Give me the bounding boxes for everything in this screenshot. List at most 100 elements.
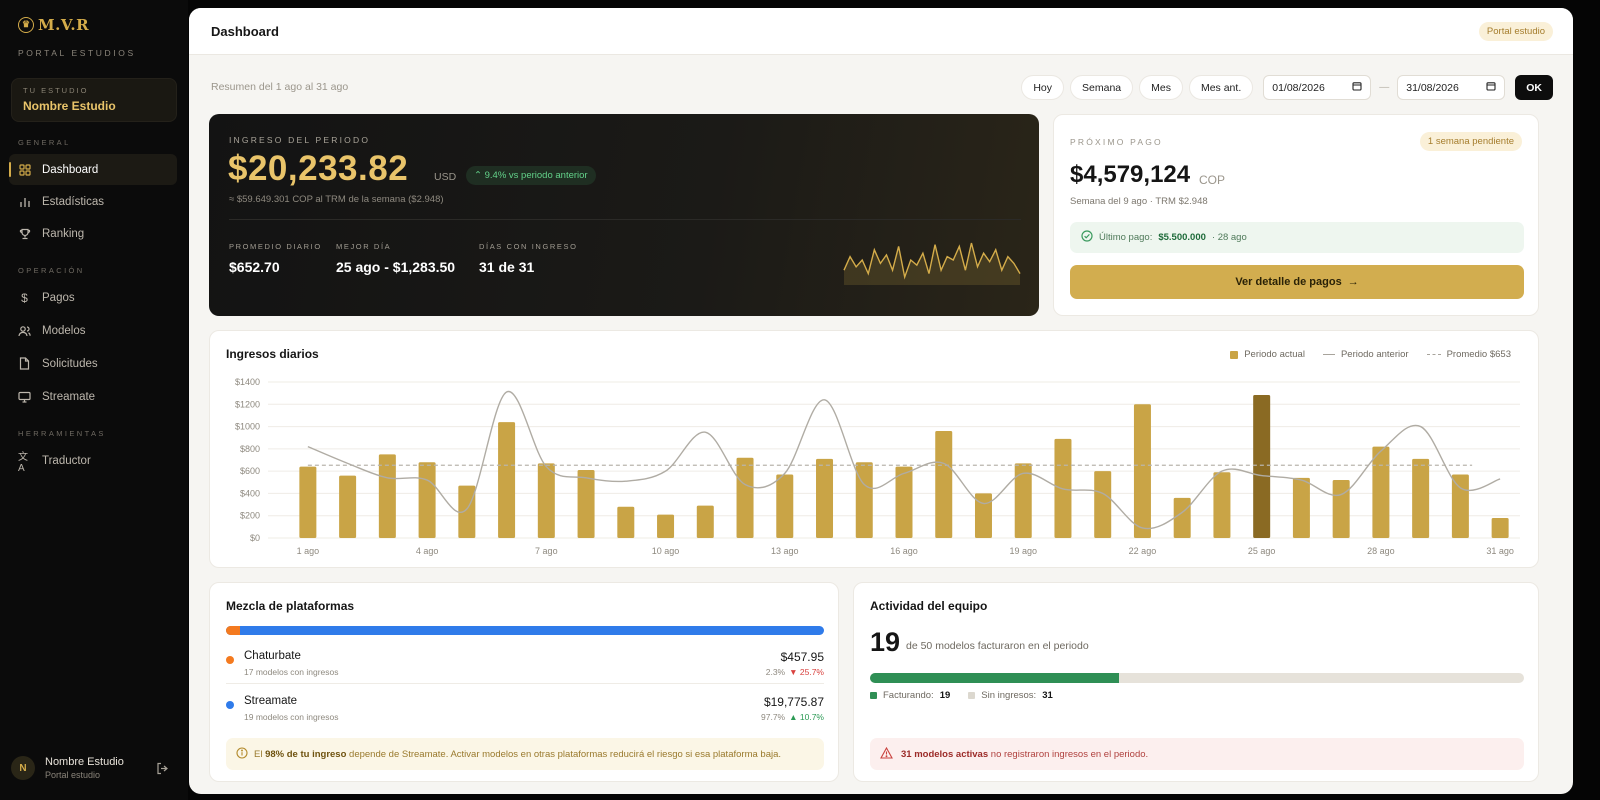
- income-bar: [299, 466, 317, 538]
- stat-mejor-dia: MEJOR DÍA 25 ago - $1,283.50: [336, 242, 455, 275]
- x-tick-label: 7 ago: [535, 546, 558, 556]
- filter-semana-button[interactable]: Semana: [1070, 75, 1134, 100]
- legend-swatch: [968, 692, 976, 699]
- x-tick-label: 22 ago: [1129, 546, 1157, 556]
- last-payment-banner: Último pago: $5.500.000 · 28 ago: [1070, 222, 1524, 253]
- studio-selector[interactable]: TU ESTUDIO Nombre Estudio: [11, 78, 177, 122]
- avatar: N: [11, 756, 35, 780]
- sidebar-item-label: Ranking: [42, 227, 85, 240]
- legend-swatch: [870, 692, 877, 699]
- platform-mix-card: Mezcla de plataformas Chaturbate 17 mode…: [209, 582, 839, 782]
- legend-current: Periodo actual: [1230, 349, 1305, 360]
- logout-icon[interactable]: [156, 762, 169, 780]
- filter-mes-anterior-button[interactable]: Mes ant.: [1188, 75, 1254, 100]
- monitor-icon: [18, 391, 31, 403]
- top-bar: Dashboard Portal estudio: [189, 8, 1573, 55]
- stat-value: 25 ago - $1,283.50: [336, 259, 456, 275]
- next-payment-card: PRÓXIMO PAGO 1 semana pendiente $4,579,1…: [1053, 114, 1539, 316]
- income-bar: [1173, 497, 1191, 538]
- legend-swatch: [1230, 350, 1239, 359]
- x-tick-label: 31 ago: [1486, 546, 1514, 556]
- income-bar: [1094, 471, 1112, 538]
- team-activity-bar: [870, 673, 1524, 683]
- team-title: Actividad del equipo: [870, 599, 988, 613]
- income-bar: [577, 470, 595, 538]
- y-tick-label: $400: [240, 488, 260, 498]
- user-name: Nombre Estudio: [45, 756, 124, 768]
- brand-logo[interactable]: ♛ M.V.R: [18, 16, 89, 34]
- sidebar-item-pagos[interactable]: $ Pagos: [9, 282, 177, 313]
- nav-section-herramientas: HERRAMIENTAS: [18, 429, 106, 438]
- sidebar-item-traductor[interactable]: 文A Traductor: [9, 445, 177, 476]
- x-tick-label: 1 ago: [297, 546, 320, 556]
- x-tick-label: 28 ago: [1367, 546, 1395, 556]
- income-bar: [855, 462, 873, 538]
- income-bar: [1253, 394, 1271, 538]
- income-bar: [1451, 474, 1469, 538]
- divider: [226, 683, 824, 684]
- sidebar-item-streamate[interactable]: Streamate: [9, 381, 177, 412]
- studio-name: Nombre Estudio: [23, 99, 116, 113]
- stat-label: MEJOR DÍA: [336, 242, 392, 251]
- revenue-sparkline: [843, 242, 1021, 285]
- y-tick-label: $1400: [235, 377, 260, 387]
- payment-currency: COP: [1199, 173, 1226, 187]
- platform-row-chaturbate[interactable]: Chaturbate 17 modelos con ingresos $457.…: [226, 647, 824, 687]
- y-tick-label: $1200: [235, 399, 260, 409]
- sidebar-item-solicitudes[interactable]: Solicitudes: [9, 348, 177, 379]
- income-bar: [617, 506, 635, 538]
- date-from-input[interactable]: 01/08/2026: [1263, 75, 1372, 100]
- sidebar-item-label: Traductor: [42, 454, 91, 467]
- legend-label: Periodo anterior: [1340, 349, 1409, 360]
- arrow-right-icon: →: [1347, 276, 1359, 288]
- sidebar-item-dashboard[interactable]: Dashboard: [9, 154, 177, 185]
- trophy-icon: [18, 228, 31, 240]
- change-value: ▼ 25.7%: [789, 667, 824, 677]
- chart-title: Ingresos diarios: [226, 347, 319, 361]
- share-value: 2.3%: [765, 667, 786, 677]
- sidebar-item-estadisticas[interactable]: Estadísticas: [9, 186, 177, 217]
- billing-models-text: de 50 modelos facturaron en el periodo: [906, 640, 1089, 652]
- x-tick-label: 19 ago: [1009, 546, 1037, 556]
- payment-label: PRÓXIMO PAGO: [1070, 137, 1163, 147]
- revenue-card: INGRESO DEL PERIODO $20,233.82 USD ⌃ 9.4…: [209, 114, 1039, 316]
- legend-idle: Sin ingresos: 31: [968, 690, 1053, 701]
- legend-average: Promedio $653: [1426, 349, 1511, 360]
- trend-up-icon: ⌃: [474, 170, 485, 181]
- translate-icon: 文A: [18, 451, 28, 474]
- y-tick-label: $600: [240, 466, 260, 476]
- revenue-delta-badge: ⌃ 9.4% vs periodo anterior: [466, 166, 596, 185]
- sidebar-item-label: Solicitudes: [42, 357, 98, 370]
- stat-dias-con-ingreso: DÍAS CON INGRESO 31 de 31: [479, 242, 578, 275]
- sidebar-item-label: Modelos: [42, 324, 86, 337]
- income-bar: [935, 431, 953, 538]
- stat-promedio-diario: PROMEDIO DIARIO $652.70: [229, 242, 322, 275]
- y-tick-label: $0: [250, 533, 260, 543]
- income-bar: [736, 457, 754, 538]
- stat-label: DÍAS CON INGRESO: [479, 242, 578, 251]
- sidebar-item-label: Dashboard: [42, 163, 99, 176]
- sidebar-item-modelos[interactable]: Modelos: [9, 315, 177, 346]
- legend-previous: Periodo anterior: [1322, 349, 1409, 360]
- calendar-icon: [1352, 81, 1362, 94]
- view-payments-button[interactable]: Ver detalle de pagos →: [1070, 265, 1524, 299]
- file-icon: [18, 357, 31, 370]
- sidebar-item-ranking[interactable]: Ranking: [9, 218, 177, 249]
- legend-label: Periodo actual: [1244, 349, 1305, 360]
- legend-value: 19: [939, 690, 951, 701]
- income-bar: [696, 505, 714, 538]
- platform-share-bar: [226, 626, 824, 635]
- apply-dates-button[interactable]: OK: [1515, 75, 1553, 100]
- users-icon: [18, 325, 31, 337]
- last-payment-label: Último pago:: [1099, 232, 1153, 243]
- filter-hoy-button[interactable]: Hoy: [1021, 75, 1065, 100]
- bar-chart-icon: [18, 196, 31, 208]
- platform-row-streamate[interactable]: Streamate 19 modelos con ingresos $19,77…: [226, 692, 824, 732]
- revenue-cop-note: ≈ $59.649.301 COP al TRM de la semana ($…: [229, 194, 444, 205]
- filter-mes-button[interactable]: Mes: [1139, 75, 1183, 100]
- legend-label: Facturando:: [883, 690, 934, 701]
- platform-share: 97.7% ▲ 10.7%: [761, 712, 824, 722]
- user-profile[interactable]: N Nombre Estudio Portal estudio: [11, 756, 124, 780]
- date-to-input[interactable]: 31/08/2026: [1397, 75, 1506, 100]
- platform-models: 19 modelos con ingresos: [244, 712, 339, 722]
